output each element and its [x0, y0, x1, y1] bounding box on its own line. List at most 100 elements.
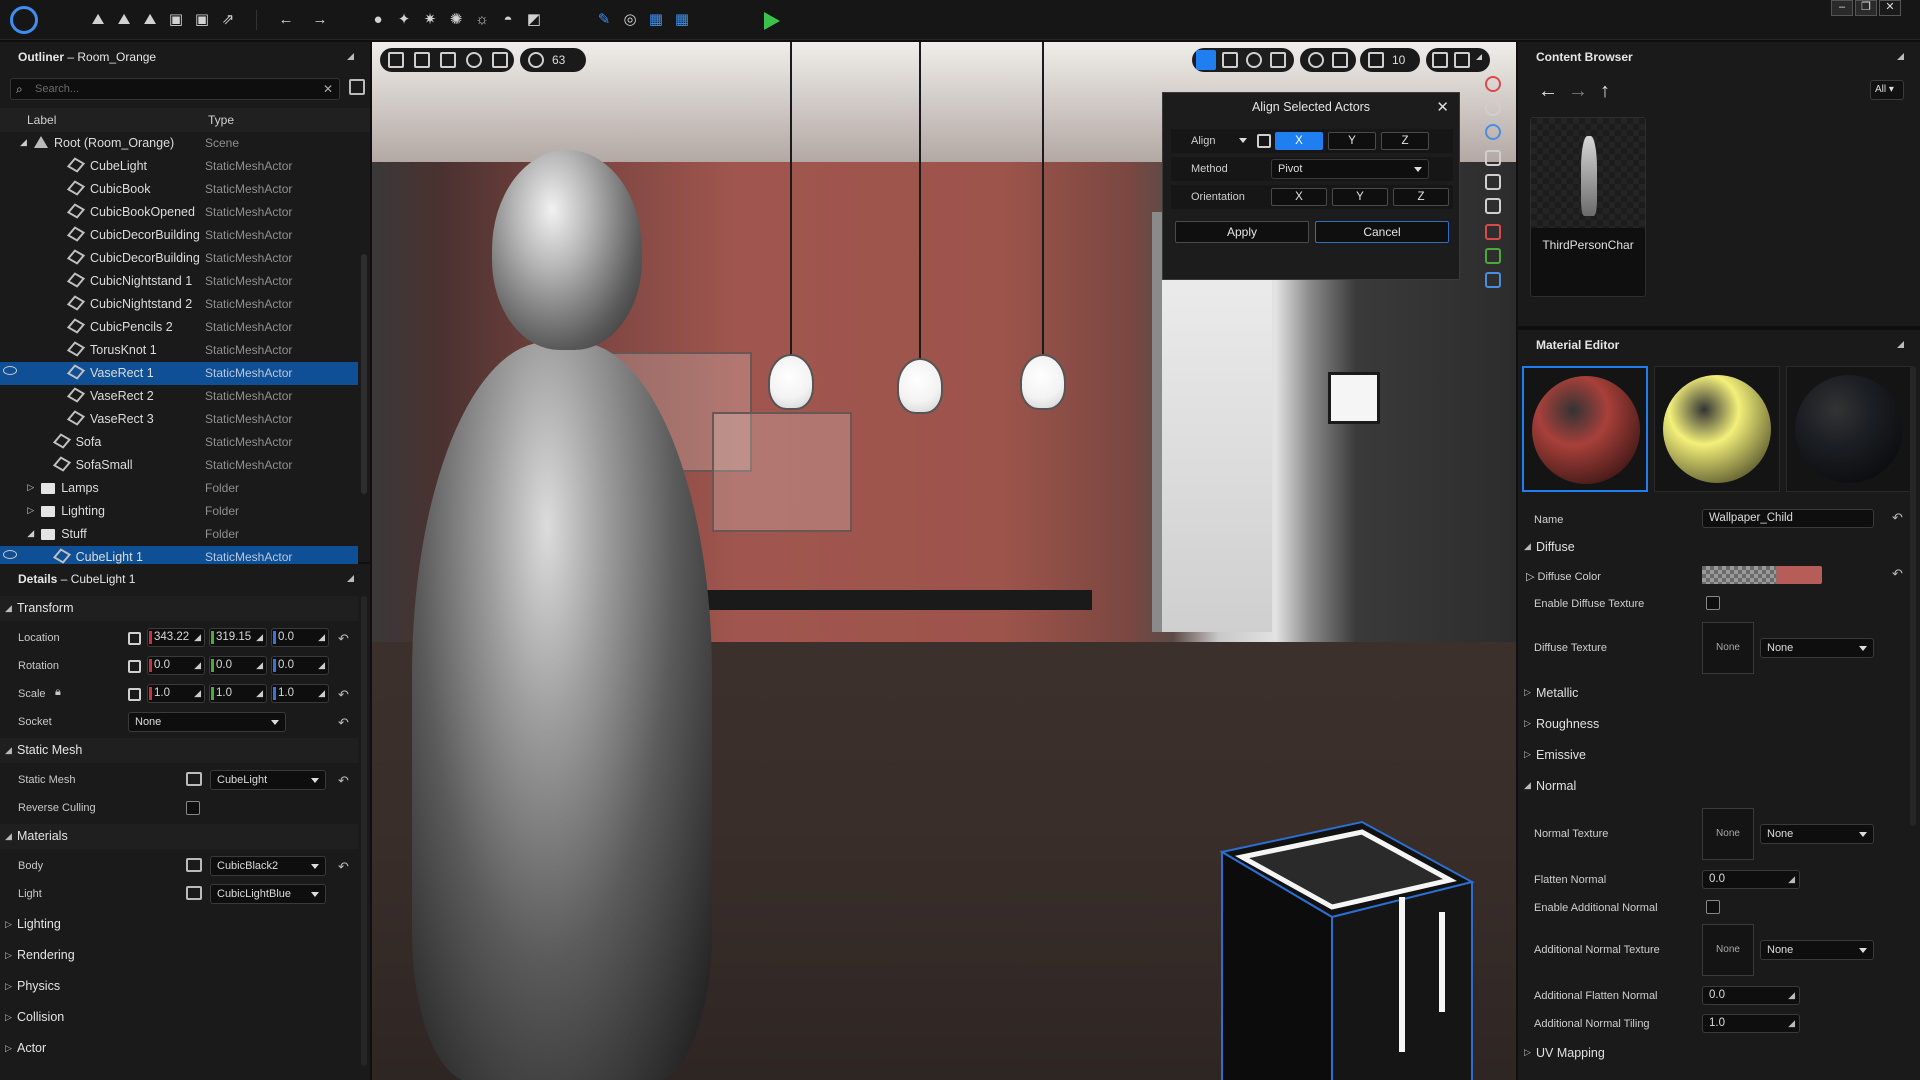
align-y-icon[interactable] — [1485, 248, 1501, 264]
static-mesh-dropdown[interactable]: CubeLight — [210, 770, 326, 790]
scale-z-field[interactable]: 1.0 ◢ — [271, 684, 329, 703]
body-material-dropdown[interactable]: CubicBlack2 — [210, 856, 326, 876]
material-editor-scrollbar[interactable] — [1910, 366, 1916, 826]
outliner-scrollbar[interactable] — [361, 254, 367, 494]
play-button[interactable] — [764, 12, 780, 30]
rect-light-gizmo-icon[interactable] — [1328, 372, 1380, 424]
socket-dropdown[interactable]: None — [128, 712, 286, 732]
reset-icon[interactable]: ↶ — [338, 859, 349, 875]
sun-light-icon[interactable]: ☼ — [472, 10, 492, 30]
world-space-icon[interactable] — [1308, 52, 1324, 68]
panel-options-icon[interactable] — [1897, 53, 1904, 60]
coordinate-space-icon[interactable] — [128, 688, 141, 701]
reset-icon[interactable]: ↶ — [338, 631, 349, 647]
scale-tool-icon[interactable] — [1270, 52, 1286, 68]
target-icon[interactable]: ◎ — [620, 10, 640, 30]
crop-icon[interactable] — [414, 52, 430, 68]
column-label[interactable]: Label — [27, 113, 56, 127]
method-dropdown[interactable]: Pivot — [1271, 159, 1429, 179]
create-icon[interactable]: ⛰ — [88, 10, 108, 30]
align-y-button[interactable]: Y — [1328, 132, 1376, 150]
rotate-left-icon[interactable] — [1485, 100, 1501, 116]
select-tool-icon[interactable] — [1196, 50, 1216, 70]
outliner-row[interactable]: VaseRect 1 StaticMeshActor — [0, 362, 358, 385]
location-z-field[interactable]: 0.0 ◢ — [271, 628, 329, 647]
section-normal[interactable]: ◢ Normal — [1522, 773, 1910, 799]
section-emissive[interactable]: ▷ Emissive — [1522, 742, 1910, 768]
lock-icon[interactable]: 🔒︎ — [55, 686, 61, 699]
section-uv-mapping[interactable]: ▷ UV Mapping — [1522, 1040, 1910, 1066]
save-icon[interactable]: ▣ — [166, 10, 186, 30]
enable-additional-normal-checkbox[interactable] — [1706, 900, 1720, 914]
grid-snap-group[interactable]: 10 — [1360, 48, 1420, 72]
undo-icon[interactable]: ← — [276, 10, 296, 30]
viewport-options-icon[interactable] — [1476, 54, 1482, 60]
reset-icon[interactable]: ↶ — [1892, 510, 1903, 526]
cube-light-model[interactable] — [1202, 682, 1502, 1080]
asset-thumbnail-icon[interactable] — [186, 858, 202, 872]
outliner-row[interactable]: SofaSmall StaticMeshActor — [0, 454, 358, 477]
material-name-field[interactable]: Wallpaper_Child — [1702, 509, 1874, 528]
eye-icon[interactable] — [466, 52, 482, 68]
outliner-row[interactable]: CubicDecorBuilding StaticMeshActor — [0, 224, 358, 247]
asset-thumbnail-icon[interactable] — [186, 772, 202, 786]
align-x-icon[interactable] — [1485, 224, 1501, 240]
visibility-eye-icon[interactable] — [3, 550, 17, 559]
cancel-button[interactable]: Cancel — [1315, 221, 1449, 243]
add-folder-icon[interactable] — [349, 79, 365, 95]
orientation-x-button[interactable]: X — [1271, 188, 1327, 206]
minimize-button[interactable]: – — [1831, 0, 1853, 16]
outliner-row[interactable]: CubicDecorBuilding StaticMeshActor — [0, 247, 358, 270]
additional-normal-tiling-field[interactable]: 1.0 ◢ — [1702, 1014, 1800, 1033]
grid-layout-icon[interactable]: ▦ — [672, 10, 692, 30]
panel-options-icon[interactable] — [1897, 341, 1904, 348]
material-preview-black[interactable] — [1786, 366, 1912, 492]
expand-arrow-icon[interactable]: ▷ — [27, 482, 34, 493]
asset-thumbnail-icon[interactable] — [186, 886, 202, 900]
coordinate-space-icon[interactable] — [128, 632, 141, 645]
reset-icon[interactable]: ↶ — [338, 773, 349, 789]
additional-flatten-normal-field[interactable]: 0.0 ◢ — [1702, 986, 1800, 1005]
reverse-culling-checkbox[interactable] — [186, 801, 200, 815]
scale-x-field[interactable]: 1.0 ◢ — [147, 684, 205, 703]
layout-icon[interactable]: ▦ — [646, 10, 666, 30]
light-material-dropdown[interactable]: CubicLightBlue — [210, 884, 326, 904]
column-type[interactable]: Type — [208, 113, 234, 127]
redo-icon[interactable]: → — [310, 10, 330, 30]
outliner-row[interactable]: ◢ Root (Room_Orange) Scene — [0, 132, 358, 155]
spot-light-icon[interactable]: ✦ — [394, 10, 414, 30]
decal-icon[interactable]: ◩ — [524, 10, 544, 30]
additional-normal-texture-dropdown[interactable]: None — [1760, 940, 1874, 960]
outliner-row[interactable]: ◢ Stuff Folder — [0, 523, 358, 546]
section-static-mesh[interactable]: ◢ Static Mesh — [0, 738, 358, 763]
diffuse-color-swatch[interactable] — [1702, 566, 1822, 584]
section-metallic[interactable]: ▷ Metallic — [1522, 680, 1910, 706]
mirror-x-icon[interactable] — [1485, 150, 1501, 166]
collapse-arrow-icon[interactable]: ◢ — [27, 528, 34, 539]
flatten-normal-field[interactable]: 0.0 ◢ — [1702, 870, 1800, 889]
reset-icon[interactable]: ↶ — [338, 687, 349, 703]
align-z-button[interactable]: Z — [1381, 132, 1429, 150]
rotation-x-field[interactable]: 0.0 ◢ — [147, 656, 205, 675]
section-actor[interactable]: ▷ Actor — [0, 1036, 358, 1061]
rotate-tool-icon[interactable] — [1246, 52, 1262, 68]
section-physics[interactable]: ▷ Physics — [0, 974, 358, 999]
rect-light-icon[interactable]: ✷ — [420, 10, 440, 30]
outliner-row[interactable]: VaseRect 3 StaticMeshActor — [0, 408, 358, 431]
section-diffuse[interactable]: ◢ Diffuse — [1522, 534, 1910, 560]
export-icon[interactable]: ⇗ — [218, 10, 238, 30]
reset-view-icon[interactable] — [1454, 52, 1470, 68]
align-z-icon[interactable] — [1485, 272, 1501, 288]
bulb-light-icon[interactable] — [897, 358, 943, 414]
point-light-icon[interactable]: ● — [368, 10, 388, 30]
section-roughness[interactable]: ▷ Roughness — [1522, 711, 1910, 737]
camera-icon[interactable] — [388, 52, 404, 68]
outliner-row[interactable]: CubicPencils 2 StaticMeshActor — [0, 316, 358, 339]
maximize-button[interactable]: ❐ — [1855, 0, 1877, 16]
apply-button[interactable]: Apply — [1175, 221, 1309, 243]
outliner-row[interactable]: ▷ Lamps Folder — [0, 477, 358, 500]
section-lighting[interactable]: ▷ Lighting — [0, 912, 358, 937]
outliner-row[interactable]: CubicNightstand 2 StaticMeshActor — [0, 293, 358, 316]
diffuse-texture-thumbnail[interactable]: None — [1702, 622, 1754, 674]
material-preview-wallpaper[interactable] — [1522, 366, 1648, 492]
